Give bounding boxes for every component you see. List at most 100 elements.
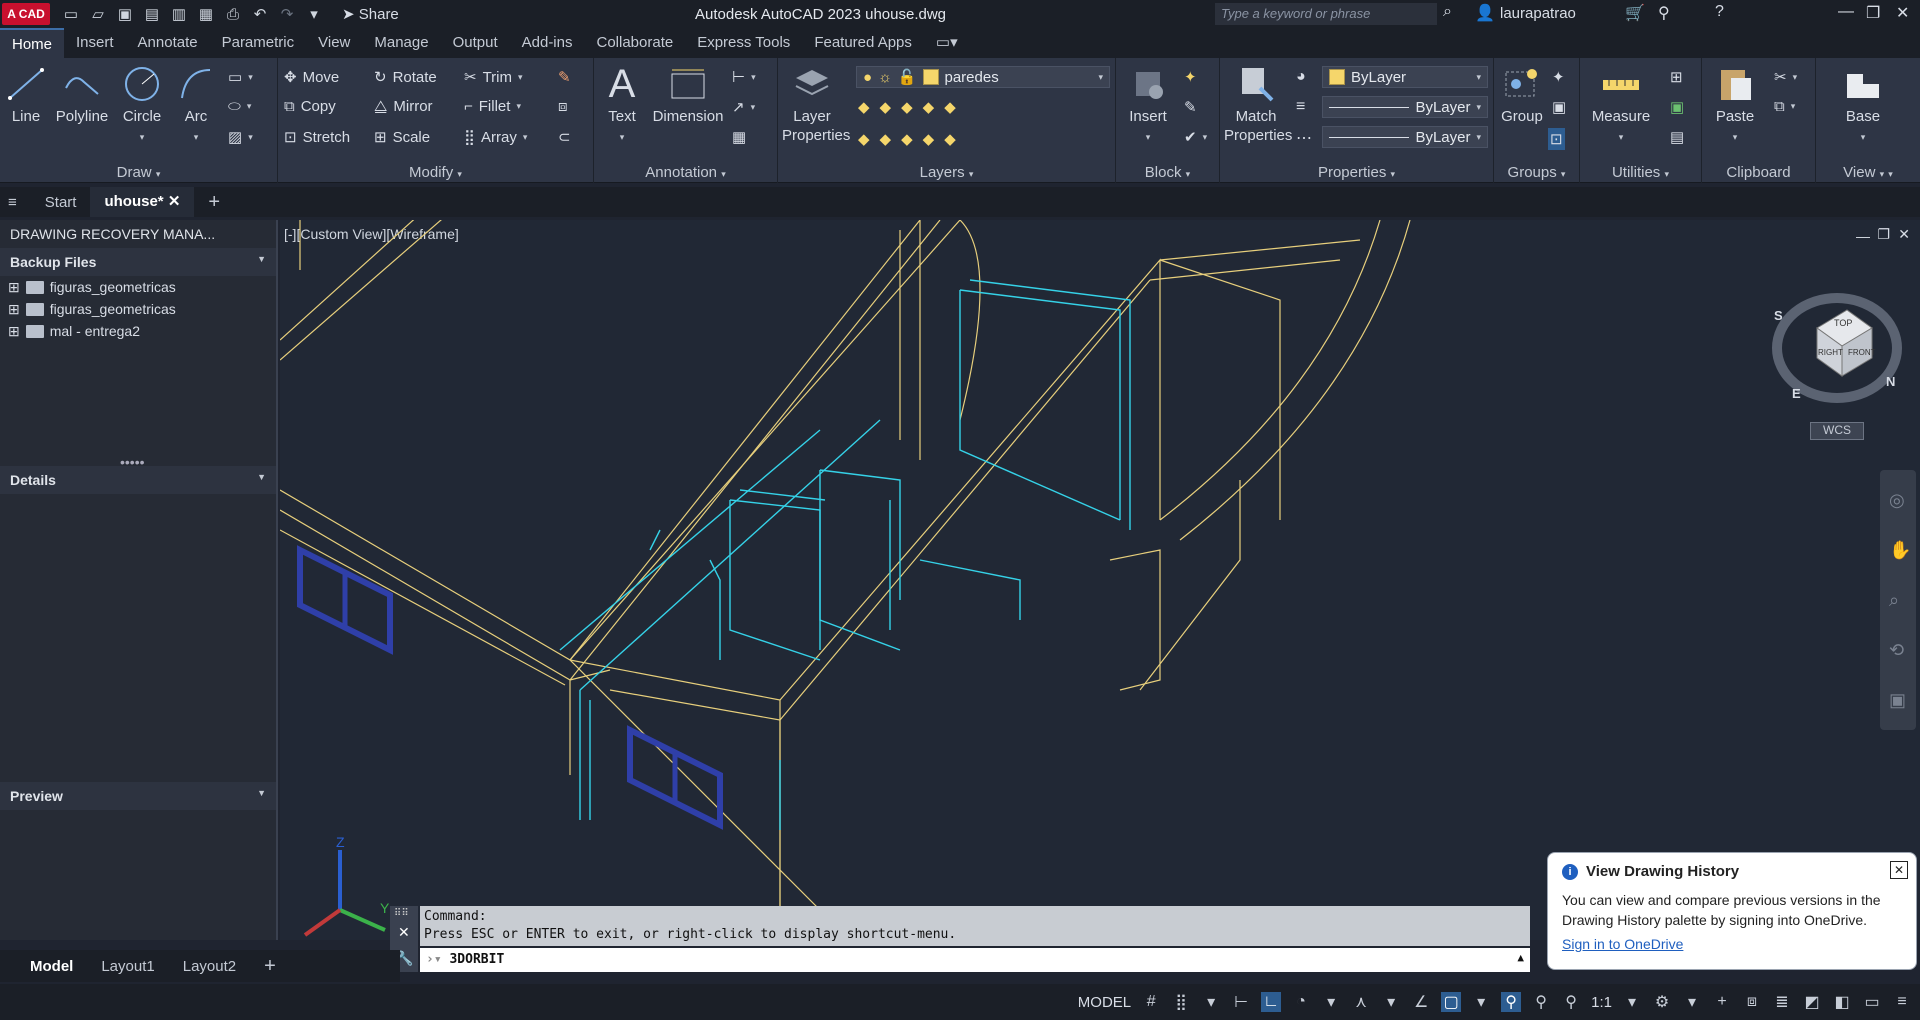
list-item[interactable]: ⊞ figuras_geometricas	[0, 276, 276, 298]
compass-south-label[interactable]: S	[1774, 308, 1783, 323]
quick-properties-icon[interactable]: ≣	[1772, 992, 1792, 1012]
edit-attributes-button[interactable]: ✔ ▾	[1184, 128, 1207, 146]
group-button[interactable]: Group	[1498, 64, 1546, 126]
view-panel-title[interactable]: View ▾ ▾	[1816, 164, 1920, 181]
hardware-acceleration-icon[interactable]: ◧	[1832, 992, 1852, 1012]
modify-panel-title[interactable]: Modify ▾	[278, 164, 593, 181]
tab-home[interactable]: Home	[0, 28, 65, 58]
text-button[interactable]: A Text ▾	[602, 64, 642, 147]
line-button[interactable]: Line	[4, 64, 48, 126]
clean-screen-icon[interactable]: ▭	[1862, 992, 1882, 1012]
layer-isolate-icon[interactable]: ◆	[880, 98, 892, 116]
autodesk-app-icon[interactable]: ⚲	[1658, 3, 1670, 23]
expand-icon[interactable]: ⊞	[8, 301, 20, 318]
measure-button[interactable]: Measure ▾	[1586, 64, 1656, 147]
units-icon[interactable]: ⧈	[1742, 992, 1762, 1012]
group-edit-button[interactable]: ▣	[1552, 98, 1566, 116]
scale-button[interactable]: ⊞ Scale	[374, 128, 430, 147]
mirror-button[interactable]: ⧋ Mirror	[374, 98, 433, 115]
trim-dropdown-icon[interactable]: ▾	[518, 72, 523, 83]
base-dropdown-icon[interactable]: ▾	[1861, 132, 1866, 142]
snap-icon[interactable]: ⣿	[1171, 992, 1191, 1012]
color-dropdown[interactable]: ByLayer ▾	[1322, 66, 1488, 88]
copy-clip-dropdown-icon[interactable]: ▾	[1791, 101, 1796, 112]
copy-clip-button[interactable]: ⧉ ▾	[1774, 98, 1795, 115]
arc-button[interactable]: Arc ▾	[174, 64, 218, 147]
fillet-dropdown-icon[interactable]: ▾	[516, 101, 521, 112]
array-dropdown-icon[interactable]: ▾	[523, 132, 528, 143]
array-button[interactable]: ⣿ Array ▾	[464, 128, 528, 147]
new-tab-icon[interactable]: +	[194, 191, 234, 214]
user-name[interactable]: laurapatrao	[1500, 5, 1576, 22]
expand-icon[interactable]: ⊞	[8, 279, 20, 296]
close-tab-icon[interactable]: ✕	[168, 193, 181, 210]
tab-layout1[interactable]: Layout1	[87, 958, 168, 975]
zoom-icon[interactable]: ⌕	[1889, 590, 1899, 611]
linear-dim-button[interactable]: ⊢ ▾	[732, 68, 756, 86]
scale-dropdown-icon[interactable]: ▾	[1622, 992, 1642, 1012]
cut-dropdown-icon[interactable]: ▾	[1793, 72, 1798, 83]
viewcube-top-label[interactable]: TOP	[1834, 318, 1852, 328]
sign-in-onedrive-link[interactable]: Sign in to OneDrive	[1562, 936, 1902, 952]
layer-unlock-icon[interactable]: ◆	[923, 130, 935, 148]
save-icon[interactable]: ▣	[116, 6, 134, 23]
linear-dim-dropdown-icon[interactable]: ▾	[751, 72, 756, 83]
redo-icon[interactable]: ↷	[278, 6, 296, 23]
create-block-button[interactable]: ✦	[1184, 68, 1197, 86]
showmotion-icon[interactable]: ▣	[1889, 690, 1906, 711]
ortho-icon[interactable]: ∟	[1261, 992, 1282, 1012]
layer-dropdown[interactable]: ● ☼ 🔓 paredes ▾	[856, 66, 1110, 88]
ellipse-button[interactable]: ⬭ ▾	[228, 98, 251, 115]
viewcube[interactable]: TOP RIGHT FRONT S E N	[1772, 288, 1902, 408]
autocad-logo[interactable]: A CAD	[2, 3, 50, 25]
edit-block-button[interactable]: ✎	[1184, 98, 1197, 116]
group-select-button[interactable]: ⊡	[1548, 128, 1565, 150]
ribbon-options-icon[interactable]: ▭▾	[924, 28, 970, 58]
palette-title-bar[interactable]: DRAWING RECOVERY MANA...	[0, 220, 276, 248]
tab-uhouse[interactable]: uhouse* ✕	[90, 187, 195, 217]
text-dropdown-icon[interactable]: ▾	[620, 132, 625, 142]
annotation-panel-title[interactable]: Annotation ▾	[594, 164, 777, 181]
leader-dropdown-icon[interactable]: ▾	[751, 102, 756, 113]
erase-button[interactable]: ✎	[558, 68, 571, 86]
insert-button[interactable]: Insert ▾	[1120, 64, 1176, 147]
polar-dropdown-icon[interactable]: ▾	[1321, 992, 1341, 1012]
tab-featured-apps[interactable]: Featured Apps	[802, 28, 924, 58]
cut-button[interactable]: ✂ ▾	[1774, 68, 1797, 86]
match-properties-button[interactable]: Match Properties	[1224, 64, 1292, 145]
search-input[interactable]: Type a keyword or phrase	[1215, 3, 1437, 25]
save-as-icon[interactable]: ▤	[143, 6, 161, 23]
grid-icon[interactable]: #	[1141, 992, 1161, 1012]
move-button[interactable]: ✥ Move	[284, 68, 339, 87]
tab-model[interactable]: Model	[0, 958, 87, 975]
layer-properties-button[interactable]: Layer Properties	[782, 64, 850, 145]
polyline-button[interactable]: Polyline	[52, 64, 112, 126]
layer-freeze-icon[interactable]: ◆	[901, 98, 913, 116]
layers-panel-title[interactable]: Layers ▾	[778, 164, 1115, 181]
tab-view[interactable]: View	[306, 28, 362, 58]
block-panel-title[interactable]: Block ▾	[1116, 164, 1219, 181]
customize-dropdown-icon[interactable]: ▾	[305, 6, 323, 23]
object-snap-dropdown-icon[interactable]: ▾	[1471, 992, 1491, 1012]
steering-wheel-icon[interactable]: ◎	[1889, 490, 1905, 511]
isometric-dropdown-icon[interactable]: ▾	[1381, 992, 1401, 1012]
edit-attributes-dropdown-icon[interactable]: ▾	[1203, 132, 1208, 143]
tab-collaborate[interactable]: Collaborate	[584, 28, 685, 58]
polar-tracking-icon[interactable]: ◔	[1291, 992, 1311, 1012]
list-item[interactable]: ⊞ mal - entrega2	[0, 320, 276, 342]
tab-insert[interactable]: Insert	[64, 28, 126, 58]
open-from-web-icon[interactable]: ▥	[170, 6, 188, 23]
base-view-button[interactable]: Base ▾	[1828, 64, 1898, 147]
table-button[interactable]: ▦	[732, 128, 746, 146]
tab-start[interactable]: Start	[31, 194, 91, 211]
tab-add-ins[interactable]: Add-ins	[510, 28, 585, 58]
tab-parametric[interactable]: Parametric	[210, 28, 307, 58]
notification-close-icon[interactable]: ✕	[1890, 861, 1908, 879]
explode-button[interactable]: ⧈	[558, 98, 568, 115]
drawing-viewport[interactable]: [-][Custom View][Wireframe] — ❐ ✕ TOP RI…	[280, 220, 1920, 940]
command-input[interactable]: ›▾ 3DORBIT ▲	[420, 948, 1530, 972]
close-icon[interactable]: ✕	[1896, 3, 1909, 23]
groups-panel-title[interactable]: Groups ▾	[1494, 164, 1579, 181]
object-snap-tracking-icon[interactable]: ∠	[1411, 992, 1431, 1012]
annotation-scale-value[interactable]: 1:1	[1591, 994, 1612, 1011]
